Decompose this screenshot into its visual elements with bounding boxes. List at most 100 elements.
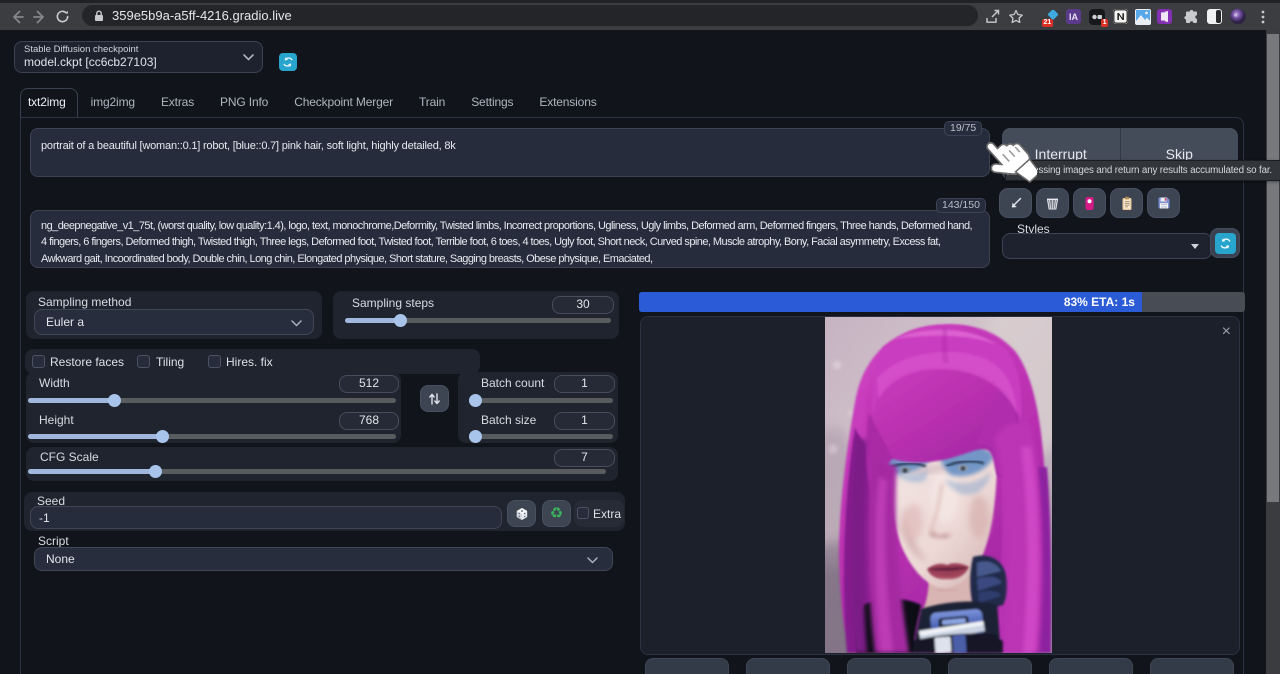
width-input[interactable]: 512: [339, 375, 399, 393]
dropdown-arrow-icon: [1191, 244, 1199, 249]
slider-knob[interactable]: [108, 394, 121, 407]
batch-count-label: Batch count: [481, 376, 544, 390]
prompt-textarea[interactable]: portrait of a beautiful [woman::0.1] rob…: [30, 128, 990, 177]
styles-dropdown[interactable]: [1002, 233, 1212, 259]
refresh-icon: [282, 56, 294, 68]
sampling-method-value: Euler a: [46, 315, 84, 329]
batch-size-input[interactable]: 1: [554, 412, 615, 430]
slider-knob[interactable]: [469, 430, 482, 443]
page-scrollbar[interactable]: [1266, 30, 1280, 674]
hires-fix-checkbox[interactable]: [208, 355, 221, 368]
width-slider[interactable]: [28, 398, 396, 403]
browser-chrome: 359e5b9a-a5ff-4216.gradio.live 21 IA 1: [0, 0, 1280, 30]
refresh-icon: [1219, 237, 1232, 250]
flower-card-icon: [1082, 196, 1097, 211]
extension-badge: 21: [1042, 19, 1053, 27]
batch-size-slider[interactable]: [469, 434, 613, 439]
main-tabs: txt2img img2img Extras PNG Info Checkpoi…: [20, 90, 1244, 117]
height-label: Height: [39, 413, 74, 427]
sampling-steps-input[interactable]: 30: [552, 296, 614, 314]
slider-knob[interactable]: [149, 465, 162, 478]
generated-image[interactable]: [825, 317, 1052, 653]
tab-train[interactable]: Train: [406, 89, 458, 117]
side-panel-icon[interactable]: [1206, 9, 1222, 25]
slider-knob[interactable]: [156, 430, 169, 443]
swap-arrows-icon: [428, 392, 441, 406]
slider-knob[interactable]: [469, 394, 482, 407]
cfg-scale-block: [26, 447, 618, 481]
chevron-down-icon: [587, 557, 598, 564]
extra-networks-button[interactable]: [1073, 188, 1106, 218]
extensions-puzzle-icon[interactable]: [1184, 9, 1200, 25]
sampling-steps-slider[interactable]: [345, 318, 611, 323]
extension-office-icon[interactable]: [1156, 9, 1172, 25]
clear-prompt-button[interactable]: [1036, 188, 1069, 218]
tab-checkpoint-merger[interactable]: Checkpoint Merger: [281, 89, 406, 117]
recycle-icon: ♻: [550, 506, 563, 521]
tab-png-info[interactable]: PNG Info: [207, 89, 281, 117]
slider-fill: [345, 318, 400, 323]
save-button[interactable]: [746, 658, 830, 674]
tab-extensions[interactable]: Extensions: [526, 89, 609, 117]
sampling-method-dropdown[interactable]: Euler a: [34, 309, 314, 335]
bookmark-star-icon[interactable]: [1008, 9, 1024, 25]
gradio-app: Stable Diffusion checkpoint model.ckpt […: [0, 30, 1266, 674]
extension-photos-icon[interactable]: [1135, 9, 1151, 25]
negative-prompt-textarea[interactable]: ng_deepnegative_v1_75t, (worst quality, …: [30, 210, 990, 268]
refresh-styles-button[interactable]: [1210, 228, 1240, 258]
open-folder-button[interactable]: [645, 658, 729, 674]
arrow-down-left-icon: [1009, 196, 1023, 210]
browser-menu-kebab-icon[interactable]: [1255, 9, 1271, 25]
tab-txt2img[interactable]: txt2img: [20, 88, 78, 117]
extension-badge: 1: [1101, 19, 1108, 27]
progress-label: 83% ETA: 1s: [1064, 295, 1135, 309]
swap-dimensions-button[interactable]: [420, 385, 449, 412]
send-to-extras-button[interactable]: [1150, 658, 1234, 674]
apply-style-button[interactable]: [1110, 188, 1143, 218]
checkpoint-value: model.ckpt [cc6cb27103]: [24, 55, 157, 69]
checkpoint-dropdown[interactable]: Stable Diffusion checkpoint model.ckpt […: [14, 41, 263, 73]
height-input[interactable]: 768: [339, 412, 399, 430]
script-value: None: [46, 552, 75, 566]
extra-seed-checkbox[interactable]: [577, 507, 589, 519]
extension-calendar-icon[interactable]: 21: [1044, 9, 1060, 25]
share-icon[interactable]: [985, 9, 1001, 25]
random-seed-button[interactable]: [507, 500, 536, 527]
send-to-inpaint-button[interactable]: [1049, 658, 1133, 674]
paste-arrow-button[interactable]: [999, 188, 1032, 218]
save-style-button[interactable]: [1147, 188, 1180, 218]
cfg-scale-input[interactable]: 7: [554, 449, 615, 467]
refresh-checkpoint-button[interactable]: [279, 53, 297, 71]
tab-img2img[interactable]: img2img: [78, 89, 148, 117]
script-dropdown[interactable]: None: [34, 547, 613, 571]
cfg-scale-slider[interactable]: [28, 469, 606, 474]
cfg-scale-label: CFG Scale: [40, 450, 99, 464]
seed-value: -1: [39, 511, 50, 525]
tab-extras[interactable]: Extras: [148, 89, 207, 117]
checkpoint-label: Stable Diffusion checkpoint: [24, 44, 138, 55]
slider-knob[interactable]: [394, 314, 407, 327]
batch-count-slider[interactable]: [469, 398, 613, 403]
zip-button[interactable]: [847, 658, 931, 674]
reuse-seed-button[interactable]: ♻: [542, 500, 571, 527]
dice-icon: [515, 507, 529, 521]
send-to-img2img-button[interactable]: [948, 658, 1032, 674]
seed-input[interactable]: -1: [30, 506, 502, 529]
height-slider[interactable]: [28, 434, 396, 439]
tab-settings[interactable]: Settings: [458, 89, 526, 117]
prompt-tool-row: [999, 188, 1180, 218]
interrupt-tooltip: Stop processing images and return any re…: [1005, 160, 1280, 181]
generation-progress-bar: 83% ETA: 1s: [639, 292, 1245, 312]
close-preview-button[interactable]: ×: [1222, 323, 1231, 341]
scrollbar-thumb[interactable]: [1267, 34, 1279, 502]
sampling-method-label: Sampling method: [38, 295, 131, 309]
profile-avatar[interactable]: [1230, 9, 1246, 25]
restore-faces-checkbox[interactable]: [32, 355, 45, 368]
batch-count-input[interactable]: 1: [554, 375, 615, 393]
tiling-checkbox[interactable]: [137, 355, 150, 368]
extension-notion-icon[interactable]: [1112, 9, 1128, 25]
extension-ia-icon[interactable]: IA: [1065, 9, 1081, 25]
slider-fill: [28, 469, 155, 474]
gallery-action-buttons: [645, 658, 1234, 674]
extension-mail-icon[interactable]: 1: [1089, 9, 1105, 25]
